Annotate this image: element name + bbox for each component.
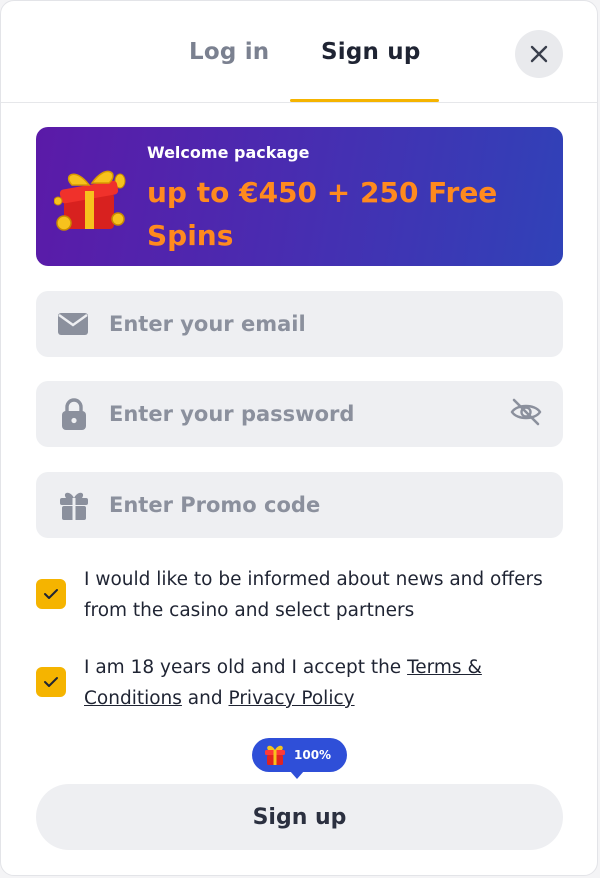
eye-off-icon[interactable] [509, 398, 543, 430]
lock-icon [61, 398, 87, 430]
promo-input[interactable] [109, 472, 509, 538]
banner-offer: up to €450 + 250 Free Spins [147, 176, 498, 252]
checkmark-icon [44, 589, 58, 599]
privacy-link[interactable]: Privacy Policy [229, 688, 355, 709]
news-consent-row: I would like to be informed about news a… [36, 564, 563, 628]
tab-signup[interactable]: Sign up [321, 39, 421, 65]
active-tab-indicator [290, 99, 439, 102]
bonus-percent: 100% [294, 748, 332, 762]
email-field[interactable] [36, 291, 563, 357]
email-input[interactable] [109, 291, 509, 357]
age-consent-checkbox[interactable] [36, 667, 66, 697]
gift-box-icon [54, 170, 126, 231]
age-consent-middle: and [181, 688, 229, 709]
checkmark-icon [44, 677, 58, 687]
modal-header: Log in Sign up [1, 1, 597, 103]
bonus-badge: 100% [252, 738, 347, 779]
age-consent-prefix: I am 18 years old and I accept the [84, 657, 408, 678]
envelope-icon [58, 313, 88, 335]
promo-field[interactable] [36, 472, 563, 538]
close-icon [530, 45, 548, 63]
gift-icon [265, 745, 285, 765]
password-input[interactable] [109, 381, 509, 447]
banner-label: Welcome package [147, 143, 310, 162]
signup-modal: Log in Sign up Welcome package up to €45… [0, 0, 598, 876]
signup-submit-button[interactable]: Sign up [36, 784, 563, 850]
news-consent-checkbox[interactable] [36, 579, 66, 609]
gift-icon [60, 490, 88, 520]
tab-login[interactable]: Log in [189, 39, 269, 65]
welcome-banner: Welcome package up to €450 + 250 Free Sp… [36, 127, 563, 266]
age-consent-row: I am 18 years old and I accept the Terms… [36, 652, 563, 716]
news-consent-text: I would like to be informed about news a… [84, 569, 543, 621]
close-button[interactable] [515, 30, 563, 78]
age-consent-text: I am 18 years old and I accept the Terms… [84, 652, 554, 714]
password-field[interactable] [36, 381, 563, 447]
